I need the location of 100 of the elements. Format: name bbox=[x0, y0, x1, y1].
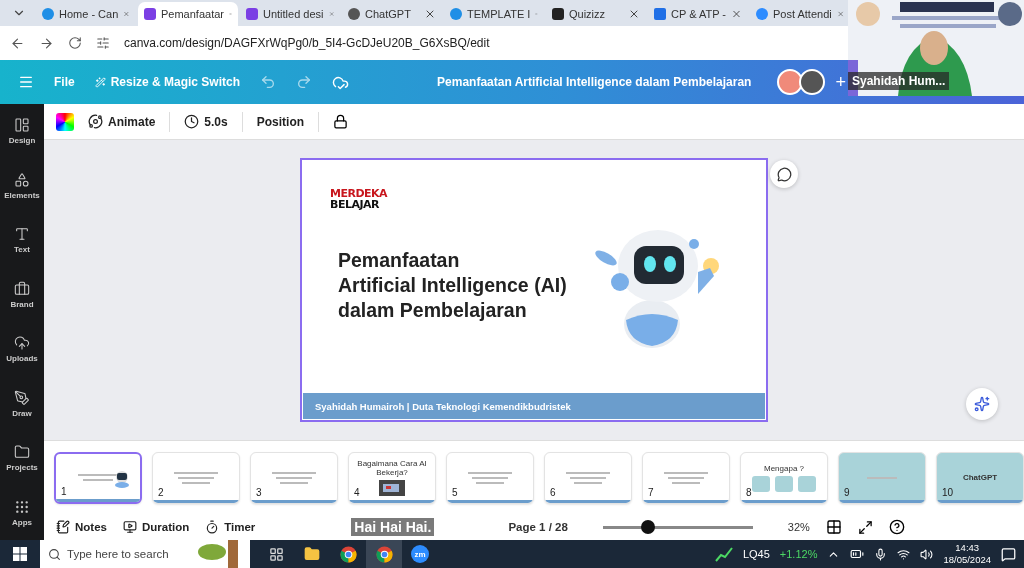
browser-tab[interactable]: Home - Can bbox=[36, 2, 136, 26]
slide-number: 7 bbox=[648, 486, 654, 498]
sidebar-item[interactable]: Projects bbox=[0, 431, 44, 486]
sidebar-item[interactable]: Apps bbox=[0, 485, 44, 540]
site-icon bbox=[756, 8, 768, 20]
timer-button[interactable]: Timer bbox=[205, 520, 256, 534]
sidebar-item[interactable]: Draw bbox=[0, 376, 44, 431]
clock[interactable]: 14:43 18/05/2024 bbox=[943, 542, 991, 566]
slide-thumbnail[interactable]: 7 bbox=[642, 451, 730, 504]
slide-footer: Syahidah Humairoh | Duta Teknologi Kemendikbudristek bbox=[303, 393, 765, 419]
slider-thumb[interactable] bbox=[640, 520, 655, 534]
menu-icon[interactable] bbox=[18, 74, 34, 90]
notifications-icon[interactable] bbox=[1001, 546, 1016, 562]
design-icon bbox=[14, 117, 30, 134]
slide-thumbnail[interactable]: Mengapa ? 8 bbox=[740, 451, 828, 504]
slide-number: 5 bbox=[452, 486, 458, 498]
grid-view-icon[interactable] bbox=[825, 519, 842, 535]
notes-icon bbox=[56, 520, 70, 534]
elements-icon bbox=[14, 171, 30, 188]
browser-tab[interactable]: CP & ATP - bbox=[648, 2, 748, 26]
notes-button[interactable]: Notes bbox=[56, 520, 107, 534]
slide-thumbnail[interactable]: Bagaimana Cara AI Bekerja? 4 bbox=[348, 451, 436, 504]
slide-thumbnail[interactable]: 6 bbox=[544, 451, 632, 504]
microphone-icon[interactable] bbox=[874, 547, 888, 561]
add-collaborator-button[interactable]: + bbox=[835, 71, 846, 93]
browser-tab[interactable]: TEMPLATE I bbox=[444, 2, 544, 26]
wifi-icon[interactable] bbox=[897, 547, 911, 561]
site-icon bbox=[654, 8, 666, 20]
slide-number: 2 bbox=[158, 486, 164, 498]
browser-tab[interactable]: ChatGPT bbox=[342, 2, 442, 26]
slide-number: 10 bbox=[942, 486, 954, 498]
site-icon bbox=[450, 8, 462, 20]
animate-icon bbox=[88, 114, 103, 129]
slide-thumbnail[interactable]: 9 bbox=[838, 451, 926, 504]
browser-tab[interactable]: Untitled desi bbox=[240, 2, 340, 26]
volume-icon[interactable] bbox=[920, 547, 934, 561]
slide-thumbnail[interactable]: 1 bbox=[54, 451, 142, 504]
slide-title: Pemanfaatan bbox=[338, 248, 461, 273]
sidebar-item[interactable]: Text bbox=[0, 213, 44, 268]
sparkle-icon bbox=[974, 396, 990, 412]
browser-tab[interactable]: Post Attendi bbox=[750, 2, 850, 26]
magic-button[interactable] bbox=[966, 388, 998, 420]
chrome-icon bbox=[375, 545, 393, 563]
slide-thumbnail[interactable]: 3 bbox=[250, 451, 338, 504]
battery-icon[interactable] bbox=[850, 547, 865, 561]
slide-number: 1 bbox=[61, 485, 67, 497]
close-icon[interactable] bbox=[628, 8, 640, 20]
address-field[interactable]: canva.com/design/DAGFXrWqPg0/b_5I4-GcDJeU20B_G6XsBQ/edit bbox=[124, 36, 490, 50]
slide-thumbnail[interactable]: 5 bbox=[446, 451, 534, 504]
comment-icon bbox=[776, 166, 792, 182]
site-icon bbox=[246, 8, 258, 20]
chrome-icon bbox=[339, 545, 357, 563]
sidebar-item[interactable]: Elements bbox=[0, 158, 44, 213]
zoom-reading: 32% bbox=[787, 521, 810, 533]
stock-chart-icon bbox=[714, 546, 733, 562]
slide-number: 4 bbox=[354, 486, 360, 498]
search-field[interactable]: Type here to search bbox=[40, 540, 190, 568]
stock-change: +1.12% bbox=[779, 548, 818, 560]
slide-number: 6 bbox=[550, 486, 556, 498]
slide-thumbnail[interactable]: ChatGPT 10 bbox=[936, 451, 1024, 504]
browser-tab[interactable]: Quizizz bbox=[546, 2, 646, 26]
slide[interactable]: MERDEKA BELAJAR Pemanfaatan Artificial Intelligence (AI) dalam Pembelajaran Syahidah Humairoh | Duta Teknologi Kemendikbudristek bbox=[300, 158, 768, 422]
site-icon bbox=[552, 8, 564, 20]
duration-button[interactable]: Duration bbox=[122, 520, 190, 534]
sidebar-item[interactable]: Design bbox=[0, 104, 44, 159]
forward-icon[interactable] bbox=[39, 35, 54, 51]
thumbnail-title: ChatGPT bbox=[962, 473, 998, 482]
fullscreen-icon[interactable] bbox=[857, 519, 873, 535]
back-icon[interactable] bbox=[10, 35, 25, 51]
site-icon bbox=[144, 8, 156, 20]
thumbnail-title: Bagaimana Cara AI Bekerja? bbox=[356, 459, 428, 477]
animate-button[interactable]: Animate bbox=[88, 114, 156, 129]
help-icon[interactable] bbox=[888, 519, 905, 535]
user-avatar[interactable] bbox=[799, 69, 826, 95]
thumbnail-title: Mengapa ? bbox=[764, 463, 804, 473]
sidebar-item[interactable]: Brand bbox=[0, 267, 44, 322]
position-button[interactable]: Position bbox=[256, 114, 305, 129]
site-settings-icon[interactable] bbox=[96, 36, 110, 50]
page-indicator: Page 1 / 28 bbox=[508, 521, 568, 533]
slide-title: dalam Pembelajaran bbox=[338, 298, 528, 323]
lock-icon[interactable] bbox=[333, 114, 349, 129]
timer-icon bbox=[205, 520, 220, 534]
windows-icon[interactable] bbox=[13, 547, 27, 561]
projects-icon bbox=[14, 444, 30, 461]
clock-icon bbox=[184, 114, 200, 129]
logo-text: BELAJAR bbox=[330, 199, 380, 210]
color-swatch[interactable] bbox=[56, 112, 74, 131]
slide-thumbnail[interactable]: 2 bbox=[152, 451, 240, 504]
slide-number: 8 bbox=[746, 486, 752, 498]
design-title[interactable]: Pemanfaatan Artificial Intelligence dalam Pembelajaran bbox=[437, 75, 752, 89]
sidebar-item[interactable]: Uploads bbox=[0, 322, 44, 377]
participant-name: Syahidah Hum... bbox=[848, 72, 950, 90]
duration-button[interactable]: 5.0s bbox=[184, 114, 228, 129]
browser-tab[interactable]: Pemanfaatar bbox=[138, 2, 238, 26]
comment-button[interactable] bbox=[770, 160, 798, 188]
close-icon[interactable] bbox=[424, 8, 436, 20]
caption-text: Hai Hai Hai. bbox=[351, 518, 435, 536]
reload-icon[interactable] bbox=[68, 36, 82, 50]
draw-icon bbox=[14, 389, 30, 406]
slide-number: 9 bbox=[844, 486, 850, 498]
